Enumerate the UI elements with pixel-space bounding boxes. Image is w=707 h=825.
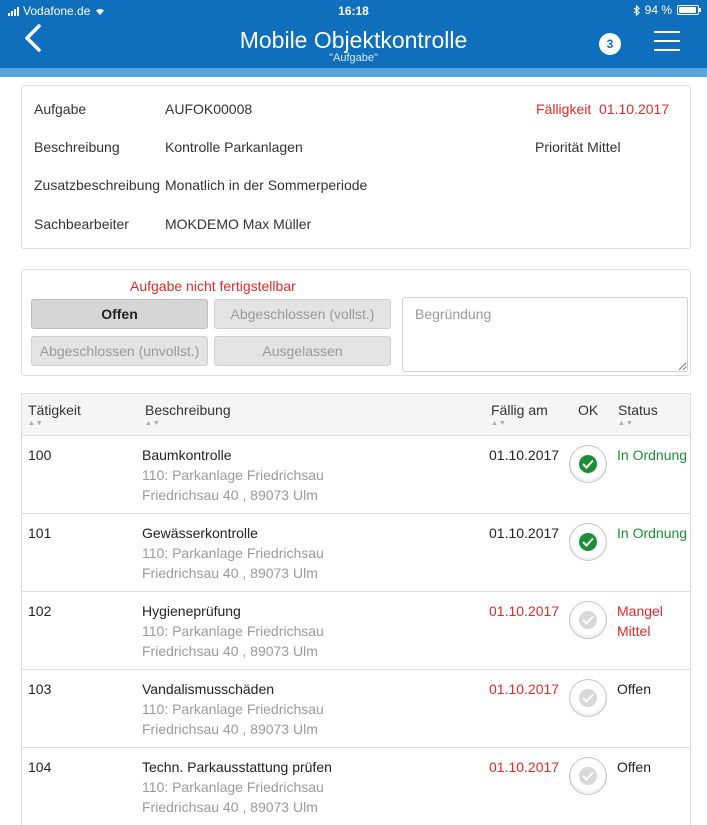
activities-table: Tätigkeit ▲▼ Beschreibung ▲▼ Fällig am ▲… xyxy=(21,393,691,825)
table-row[interactable]: 104 Techn. Parkausstattung prüfen 110: P… xyxy=(22,748,690,825)
status-bar-right: 94 % xyxy=(633,3,701,17)
sort-icon[interactable]: ▲▼ xyxy=(491,420,507,427)
ok-checkbox[interactable] xyxy=(569,445,607,483)
ok-checkbox[interactable] xyxy=(569,757,607,795)
sachbearbeiter-label: Sachbearbeiter xyxy=(34,216,129,232)
row-address: Friedrichsau 40 , 89073 Ulm xyxy=(142,643,318,659)
row-status: In Ordnung xyxy=(617,525,688,541)
task-info-card: Aufgabe AUFOK00008 Fälligkeit 01.10.2017… xyxy=(21,85,691,249)
checkmark-icon xyxy=(579,611,597,629)
status-offen-button[interactable]: Offen xyxy=(31,299,208,329)
row-due-date: 01.10.2017 xyxy=(489,525,560,541)
task-status-card: Aufgabe nicht fertigstellbar Offen Abges… xyxy=(21,269,691,376)
row-id: 103 xyxy=(28,681,52,697)
row-address: Friedrichsau 40 , 89073 Ulm xyxy=(142,799,318,815)
faelligkeit-value: 01.10.2017 xyxy=(599,101,670,117)
aufgabe-value: AUFOK00008 xyxy=(165,101,253,117)
beschreibung-value: Kontrolle Parkanlagen xyxy=(165,139,303,155)
page-subtitle: "Aufgabe" xyxy=(329,52,378,64)
checkmark-icon xyxy=(579,533,597,551)
row-status: In Ordnung xyxy=(617,447,688,463)
row-due-date: 01.10.2017 xyxy=(489,759,560,775)
table-row[interactable]: 101 Gewässerkontrolle 110: Parkanlage Fr… xyxy=(22,514,690,592)
status-abgeschlossen-unvollst-button[interactable]: Abgeschlossen (unvollst.) xyxy=(31,336,208,366)
zusatz-label: Zusatzbeschreibung xyxy=(34,177,161,193)
row-address: Friedrichsau 40 , 89073 Ulm xyxy=(142,721,318,737)
menu-button[interactable] xyxy=(654,31,680,53)
row-title: Techn. Parkausstattung prüfen xyxy=(142,759,332,775)
notification-badge[interactable]: 3 xyxy=(599,33,621,55)
row-title: Vandalismusschäden xyxy=(142,681,275,697)
zusatz-value: Monatlich in der Sommerperiode xyxy=(165,177,368,193)
row-status-detail: Mittel xyxy=(617,623,651,639)
row-address: Friedrichsau 40 , 89073 Ulm xyxy=(142,565,318,581)
row-id: 102 xyxy=(28,603,52,619)
col-header-beschreibung[interactable]: Beschreibung xyxy=(145,402,231,418)
row-status: Offen xyxy=(617,681,651,697)
sort-icon[interactable]: ▲▼ xyxy=(28,420,44,427)
table-row[interactable]: 100 Baumkontrolle 110: Parkanlage Friedr… xyxy=(22,436,690,514)
col-header-taetigkeit[interactable]: Tätigkeit xyxy=(28,402,81,418)
checkmark-icon xyxy=(579,455,597,473)
reason-textarea[interactable] xyxy=(402,297,688,372)
row-id: 104 xyxy=(28,759,52,775)
battery-level xyxy=(679,7,696,13)
row-object: 110: Parkanlage Friedrichsau xyxy=(142,779,324,795)
sachbearbeiter-value: MOKDEMO Max Müller xyxy=(165,216,312,232)
row-object: 110: Parkanlage Friedrichsau xyxy=(142,467,324,483)
ok-checkbox[interactable] xyxy=(569,679,607,717)
status-ausgelassen-button[interactable]: Ausgelassen xyxy=(214,336,391,366)
beschreibung-label: Beschreibung xyxy=(34,139,120,155)
prioritaet-label: Priorität xyxy=(535,139,584,155)
status-abgeschlossen-vollst-button[interactable]: Abgeschlossen (vollst.) xyxy=(214,299,391,329)
sort-icon[interactable]: ▲▼ xyxy=(618,420,634,427)
battery-percent: 94 % xyxy=(644,3,672,17)
row-id: 101 xyxy=(28,525,52,541)
row-due-date: 01.10.2017 xyxy=(489,447,560,463)
prioritaet: Priorität Mittel xyxy=(535,139,621,155)
aufgabe-label: Aufgabe xyxy=(34,101,87,117)
row-title: Hygieneprüfung xyxy=(142,603,241,619)
table-row[interactable]: 102 Hygieneprüfung 110: Parkanlage Fried… xyxy=(22,592,690,670)
battery-icon xyxy=(677,5,701,15)
row-object: 110: Parkanlage Friedrichsau xyxy=(142,701,324,717)
row-title: Gewässerkontrolle xyxy=(142,525,258,541)
col-header-faellig[interactable]: Fällig am xyxy=(491,402,548,418)
ok-checkbox[interactable] xyxy=(569,523,607,561)
table-header: Tätigkeit ▲▼ Beschreibung ▲▼ Fällig am ▲… xyxy=(22,394,690,436)
bluetooth-icon xyxy=(633,4,640,16)
col-header-status[interactable]: Status xyxy=(618,402,658,418)
row-id: 100 xyxy=(28,447,52,463)
header-stripe xyxy=(0,68,707,77)
row-due-date: 01.10.2017 xyxy=(489,603,560,619)
not-finishable-warning: Aufgabe nicht fertigstellbar xyxy=(130,278,296,294)
table-row[interactable]: 103 Vandalismusschäden 110: Parkanlage F… xyxy=(22,670,690,748)
checkmark-icon xyxy=(579,689,597,707)
row-status: Mangel xyxy=(617,603,663,619)
hamburger-menu-icon xyxy=(654,31,680,51)
row-due-date: 01.10.2017 xyxy=(489,681,560,697)
row-object: 110: Parkanlage Friedrichsau xyxy=(142,623,324,639)
row-object: 110: Parkanlage Friedrichsau xyxy=(142,545,324,561)
ok-checkbox[interactable] xyxy=(569,601,607,639)
faelligkeit-label: Fälligkeit xyxy=(536,101,592,117)
checkmark-icon xyxy=(579,767,597,785)
row-title: Baumkontrolle xyxy=(142,447,232,463)
row-status: Offen xyxy=(617,759,651,775)
row-address: Friedrichsau 40 , 89073 Ulm xyxy=(142,487,318,503)
prioritaet-value: Mittel xyxy=(587,139,621,155)
sort-icon[interactable]: ▲▼ xyxy=(145,420,161,427)
col-header-ok: OK xyxy=(578,402,599,418)
status-bar-time: 16:18 xyxy=(338,4,369,18)
app-header: Vodafone.de 16:18 94 % Mobile Objektkont… xyxy=(0,0,707,68)
faelligkeit: Fälligkeit 01.10.2017 xyxy=(536,101,669,117)
